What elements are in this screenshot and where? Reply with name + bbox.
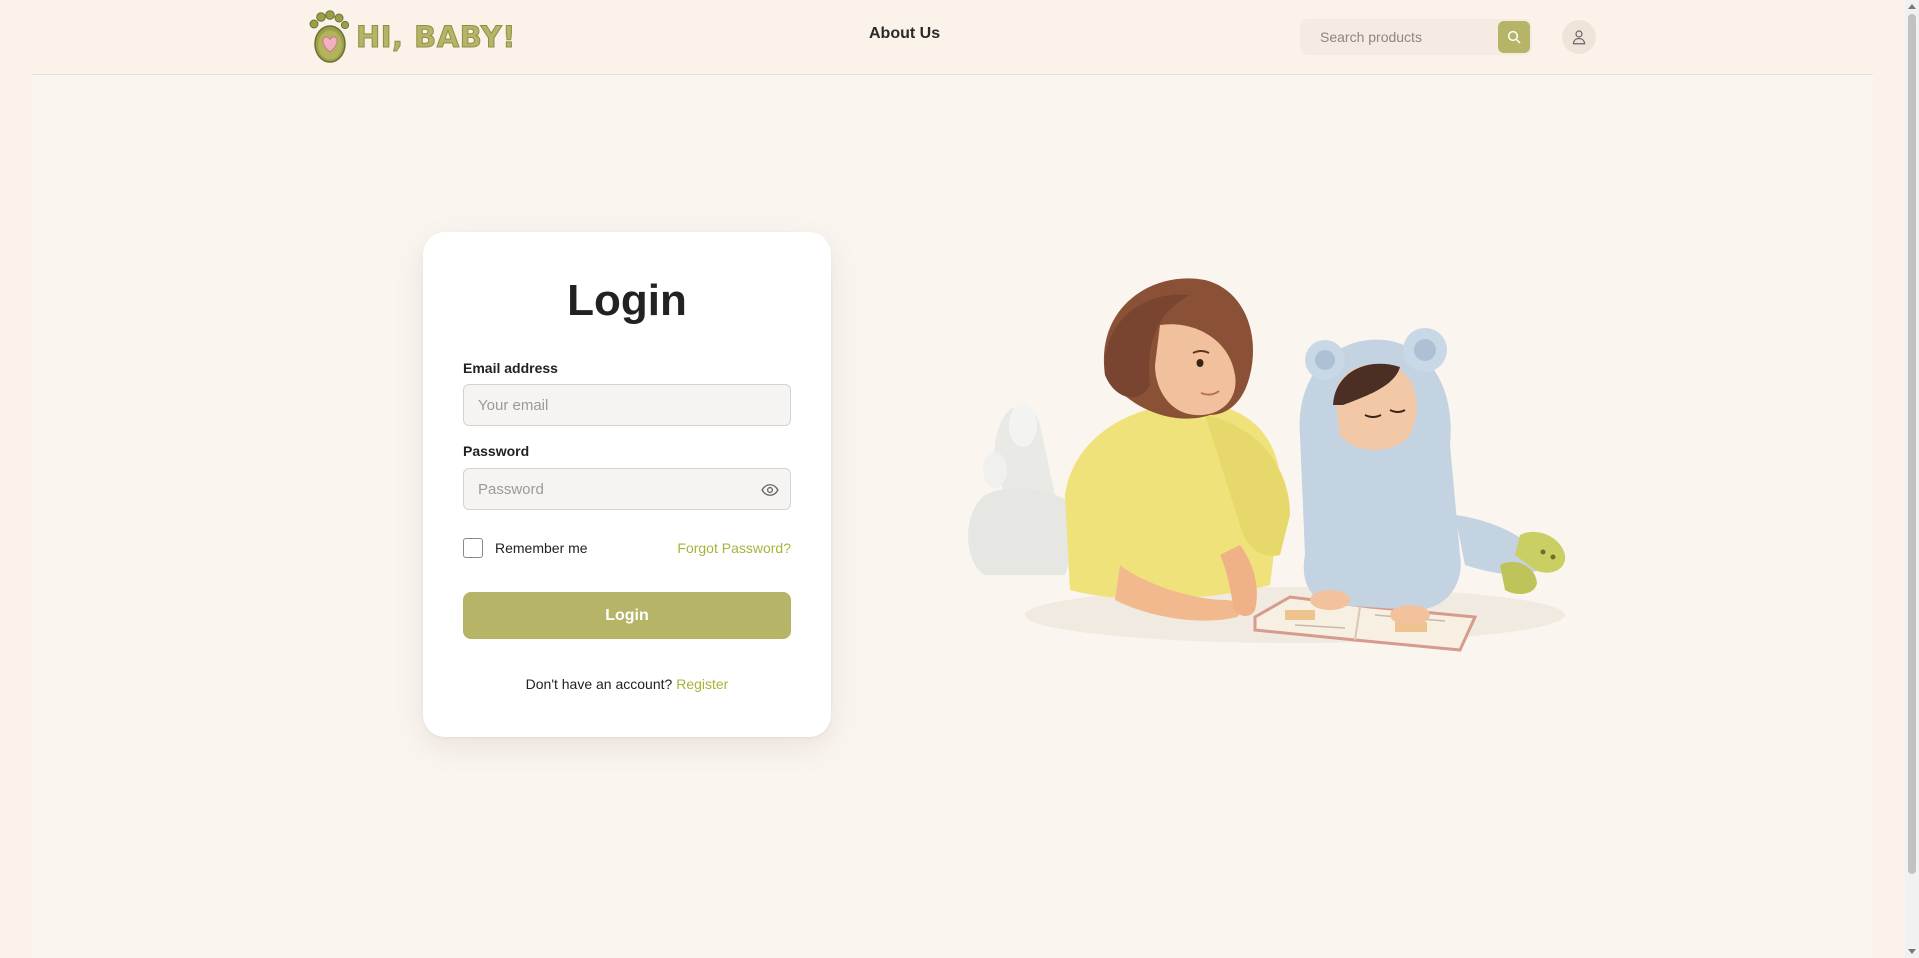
brand-logo[interactable]: HI, BABY! bbox=[306, 10, 516, 64]
remember-me-checkbox[interactable] bbox=[463, 538, 483, 558]
scrollbar-thumb[interactable] bbox=[1908, 14, 1916, 874]
main-content bbox=[32, 75, 1873, 958]
eye-icon bbox=[761, 484, 779, 496]
nav-about-us[interactable]: About Us bbox=[869, 25, 940, 43]
brand-name: HI, BABY! bbox=[356, 20, 516, 55]
password-label: Password bbox=[463, 443, 530, 459]
register-link[interactable]: Register bbox=[676, 676, 728, 692]
vertical-scrollbar[interactable] bbox=[1905, 0, 1919, 958]
remember-me-label[interactable]: Remember me bbox=[495, 540, 588, 556]
login-card: Login Email address Password Remember me… bbox=[423, 232, 831, 737]
scroll-down-arrow-icon[interactable] bbox=[1908, 949, 1916, 954]
page: HI, BABY! About Us Login Email address bbox=[0, 0, 1919, 958]
header: HI, BABY! About Us bbox=[0, 0, 1905, 74]
email-field-wrapper bbox=[463, 384, 791, 426]
search-input[interactable] bbox=[1300, 19, 1496, 55]
email-label: Email address bbox=[463, 360, 558, 376]
mother-and-child-reading-illustration bbox=[968, 278, 1566, 652]
search-icon bbox=[1507, 30, 1521, 44]
user-icon bbox=[1572, 30, 1586, 45]
search-button[interactable] bbox=[1498, 21, 1530, 53]
toggle-password-visibility-button[interactable] bbox=[760, 480, 780, 500]
baby-foot-logo-icon bbox=[309, 10, 350, 63]
forgot-password-link[interactable]: Forgot Password? bbox=[677, 540, 791, 556]
no-account-text: Don't have an account? bbox=[525, 676, 673, 692]
remember-row: Remember me Forgot Password? bbox=[463, 537, 791, 559]
password-field[interactable] bbox=[464, 469, 790, 509]
password-field-wrapper bbox=[463, 468, 791, 510]
account-button[interactable] bbox=[1562, 20, 1596, 54]
scroll-up-arrow-icon[interactable] bbox=[1908, 4, 1916, 9]
login-title: Login bbox=[567, 276, 687, 325]
email-field[interactable] bbox=[464, 385, 790, 425]
login-button[interactable]: Login bbox=[463, 592, 791, 639]
register-prompt: Don't have an account? Register bbox=[423, 676, 831, 692]
search-bar bbox=[1300, 19, 1532, 55]
